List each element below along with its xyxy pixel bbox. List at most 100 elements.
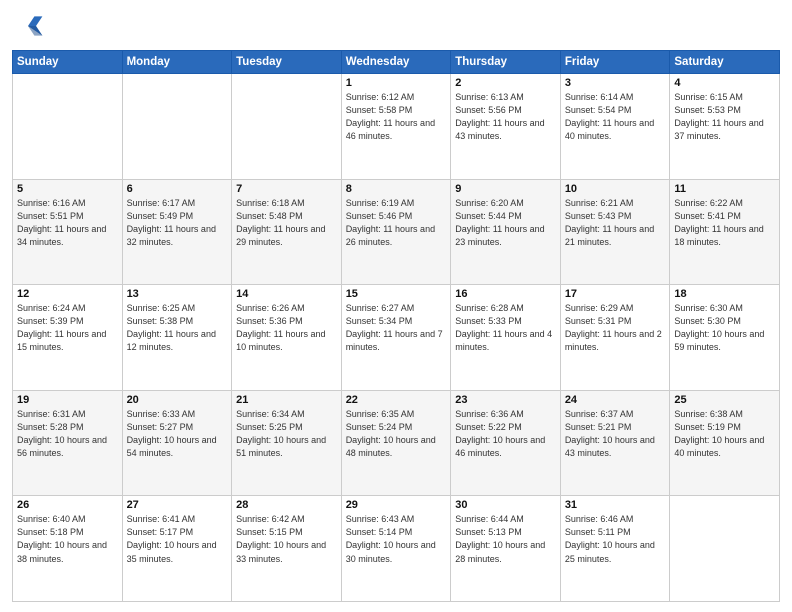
day-info: Sunrise: 6:28 AMSunset: 5:33 PMDaylight:… xyxy=(455,302,556,354)
day-number: 9 xyxy=(455,183,556,195)
day-info: Sunrise: 6:31 AMSunset: 5:28 PMDaylight:… xyxy=(17,408,118,460)
day-number: 28 xyxy=(236,499,337,511)
day-number: 12 xyxy=(17,288,118,300)
calendar-day-cell: 22Sunrise: 6:35 AMSunset: 5:24 PMDayligh… xyxy=(341,390,451,496)
calendar-day-cell: 5Sunrise: 6:16 AMSunset: 5:51 PMDaylight… xyxy=(13,179,123,285)
weekday-header: Friday xyxy=(560,51,670,74)
day-info: Sunrise: 6:12 AMSunset: 5:58 PMDaylight:… xyxy=(346,91,447,143)
day-info: Sunrise: 6:42 AMSunset: 5:15 PMDaylight:… xyxy=(236,513,337,565)
day-info: Sunrise: 6:19 AMSunset: 5:46 PMDaylight:… xyxy=(346,197,447,249)
day-number: 15 xyxy=(346,288,447,300)
day-number: 27 xyxy=(127,499,228,511)
day-info: Sunrise: 6:20 AMSunset: 5:44 PMDaylight:… xyxy=(455,197,556,249)
day-number: 4 xyxy=(674,77,775,89)
calendar-week-row: 19 Sunrise: 6:31 AMSunset: 5:28 PMDayligh… xyxy=(13,390,780,496)
calendar-body: 1 Sunrise: 6:12 AMSunset: 5:58 PMDaylight… xyxy=(13,74,780,602)
day-number: 7 xyxy=(236,183,337,195)
day-number: 17 xyxy=(565,288,666,300)
day-number: 23 xyxy=(455,394,556,406)
day-number: 18 xyxy=(674,288,775,300)
day-info: Sunrise: 6:40 AMSunset: 5:18 PMDaylight:… xyxy=(17,513,118,565)
day-number: 21 xyxy=(236,394,337,406)
weekday-row: SundayMondayTuesdayWednesdayThursdayFrid… xyxy=(13,51,780,74)
day-info: Sunrise: 6:35 AMSunset: 5:24 PMDaylight:… xyxy=(346,408,447,460)
calendar-week-row: 5Sunrise: 6:16 AMSunset: 5:51 PMDaylight… xyxy=(13,179,780,285)
day-info: Sunrise: 6:41 AMSunset: 5:17 PMDaylight:… xyxy=(127,513,228,565)
page-container: SundayMondayTuesdayWednesdayThursdayFrid… xyxy=(0,0,792,612)
weekday-header: Saturday xyxy=(670,51,780,74)
day-info: Sunrise: 6:13 AMSunset: 5:56 PMDaylight:… xyxy=(455,91,556,143)
day-number: 31 xyxy=(565,499,666,511)
day-info: Sunrise: 6:26 AMSunset: 5:36 PMDaylight:… xyxy=(236,302,337,354)
day-info: Sunrise: 6:33 AMSunset: 5:27 PMDaylight:… xyxy=(127,408,228,460)
calendar-day-cell: 21 Sunrise: 6:34 AMSunset: 5:25 PMDayligh… xyxy=(232,390,342,496)
day-number: 2 xyxy=(455,77,556,89)
calendar-day-cell: 8 Sunrise: 6:19 AMSunset: 5:46 PMDaylight… xyxy=(341,179,451,285)
calendar-week-row: 12 Sunrise: 6:24 AMSunset: 5:39 PMDayligh… xyxy=(13,285,780,391)
calendar-day-cell: 11Sunrise: 6:22 AMSunset: 5:41 PMDayligh… xyxy=(670,179,780,285)
calendar-header: SundayMondayTuesdayWednesdayThursdayFrid… xyxy=(13,51,780,74)
day-number: 30 xyxy=(455,499,556,511)
calendar-day-cell xyxy=(13,74,123,180)
calendar-day-cell: 3 Sunrise: 6:14 AMSunset: 5:54 PMDaylight… xyxy=(560,74,670,180)
calendar-day-cell: 10Sunrise: 6:21 AMSunset: 5:43 PMDayligh… xyxy=(560,179,670,285)
calendar-day-cell: 9 Sunrise: 6:20 AMSunset: 5:44 PMDaylight… xyxy=(451,179,561,285)
day-number: 8 xyxy=(346,183,447,195)
calendar-day-cell: 20 Sunrise: 6:33 AMSunset: 5:27 PMDayligh… xyxy=(122,390,232,496)
day-number: 10 xyxy=(565,183,666,195)
calendar-day-cell xyxy=(122,74,232,180)
header xyxy=(12,10,780,42)
calendar-day-cell: 7 Sunrise: 6:18 AMSunset: 5:48 PMDaylight… xyxy=(232,179,342,285)
calendar-day-cell: 27 Sunrise: 6:41 AMSunset: 5:17 PMDayligh… xyxy=(122,496,232,602)
calendar-day-cell: 25Sunrise: 6:38 AMSunset: 5:19 PMDayligh… xyxy=(670,390,780,496)
weekday-header: Tuesday xyxy=(232,51,342,74)
calendar-day-cell: 17 Sunrise: 6:29 AMSunset: 5:31 PMDayligh… xyxy=(560,285,670,391)
calendar-day-cell: 26 Sunrise: 6:40 AMSunset: 5:18 PMDayligh… xyxy=(13,496,123,602)
day-number: 24 xyxy=(565,394,666,406)
calendar-day-cell: 19 Sunrise: 6:31 AMSunset: 5:28 PMDayligh… xyxy=(13,390,123,496)
weekday-header: Monday xyxy=(122,51,232,74)
calendar-week-row: 1 Sunrise: 6:12 AMSunset: 5:58 PMDaylight… xyxy=(13,74,780,180)
calendar-table: SundayMondayTuesdayWednesdayThursdayFrid… xyxy=(12,50,780,602)
calendar-day-cell: 1 Sunrise: 6:12 AMSunset: 5:58 PMDaylight… xyxy=(341,74,451,180)
day-info: Sunrise: 6:14 AMSunset: 5:54 PMDaylight:… xyxy=(565,91,666,143)
day-number: 13 xyxy=(127,288,228,300)
day-info: Sunrise: 6:38 AMSunset: 5:19 PMDaylight:… xyxy=(674,408,775,460)
calendar-day-cell: 6Sunrise: 6:17 AMSunset: 5:49 PMDaylight… xyxy=(122,179,232,285)
calendar-day-cell: 14 Sunrise: 6:26 AMSunset: 5:36 PMDayligh… xyxy=(232,285,342,391)
day-info: Sunrise: 6:29 AMSunset: 5:31 PMDaylight:… xyxy=(565,302,666,354)
day-info: Sunrise: 6:18 AMSunset: 5:48 PMDaylight:… xyxy=(236,197,337,249)
calendar-day-cell: 4 Sunrise: 6:15 AMSunset: 5:53 PMDaylight… xyxy=(670,74,780,180)
day-info: Sunrise: 6:46 AMSunset: 5:11 PMDaylight:… xyxy=(565,513,666,565)
calendar-day-cell: 13Sunrise: 6:25 AMSunset: 5:38 PMDayligh… xyxy=(122,285,232,391)
day-number: 14 xyxy=(236,288,337,300)
calendar-day-cell: 16 Sunrise: 6:28 AMSunset: 5:33 PMDayligh… xyxy=(451,285,561,391)
day-info: Sunrise: 6:17 AMSunset: 5:49 PMDaylight:… xyxy=(127,197,228,249)
day-number: 29 xyxy=(346,499,447,511)
day-number: 26 xyxy=(17,499,118,511)
day-info: Sunrise: 6:36 AMSunset: 5:22 PMDaylight:… xyxy=(455,408,556,460)
day-number: 20 xyxy=(127,394,228,406)
calendar-day-cell: 18 Sunrise: 6:30 AMSunset: 5:30 PMDayligh… xyxy=(670,285,780,391)
day-info: Sunrise: 6:44 AMSunset: 5:13 PMDaylight:… xyxy=(455,513,556,565)
calendar-day-cell: 29Sunrise: 6:43 AMSunset: 5:14 PMDayligh… xyxy=(341,496,451,602)
day-number: 16 xyxy=(455,288,556,300)
calendar-day-cell: 28 Sunrise: 6:42 AMSunset: 5:15 PMDayligh… xyxy=(232,496,342,602)
day-number: 5 xyxy=(17,183,118,195)
day-number: 3 xyxy=(565,77,666,89)
calendar-day-cell: 30 Sunrise: 6:44 AMSunset: 5:13 PMDayligh… xyxy=(451,496,561,602)
day-info: Sunrise: 6:30 AMSunset: 5:30 PMDaylight:… xyxy=(674,302,775,354)
calendar-day-cell xyxy=(232,74,342,180)
day-number: 1 xyxy=(346,77,447,89)
day-info: Sunrise: 6:34 AMSunset: 5:25 PMDaylight:… xyxy=(236,408,337,460)
day-info: Sunrise: 6:27 AMSunset: 5:34 PMDaylight:… xyxy=(346,302,447,354)
logo-icon xyxy=(12,10,44,42)
day-info: Sunrise: 6:24 AMSunset: 5:39 PMDaylight:… xyxy=(17,302,118,354)
logo xyxy=(12,10,48,42)
day-info: Sunrise: 6:15 AMSunset: 5:53 PMDaylight:… xyxy=(674,91,775,143)
calendar-week-row: 26 Sunrise: 6:40 AMSunset: 5:18 PMDayligh… xyxy=(13,496,780,602)
weekday-header: Sunday xyxy=(13,51,123,74)
day-number: 19 xyxy=(17,394,118,406)
calendar-day-cell xyxy=(670,496,780,602)
day-info: Sunrise: 6:37 AMSunset: 5:21 PMDaylight:… xyxy=(565,408,666,460)
